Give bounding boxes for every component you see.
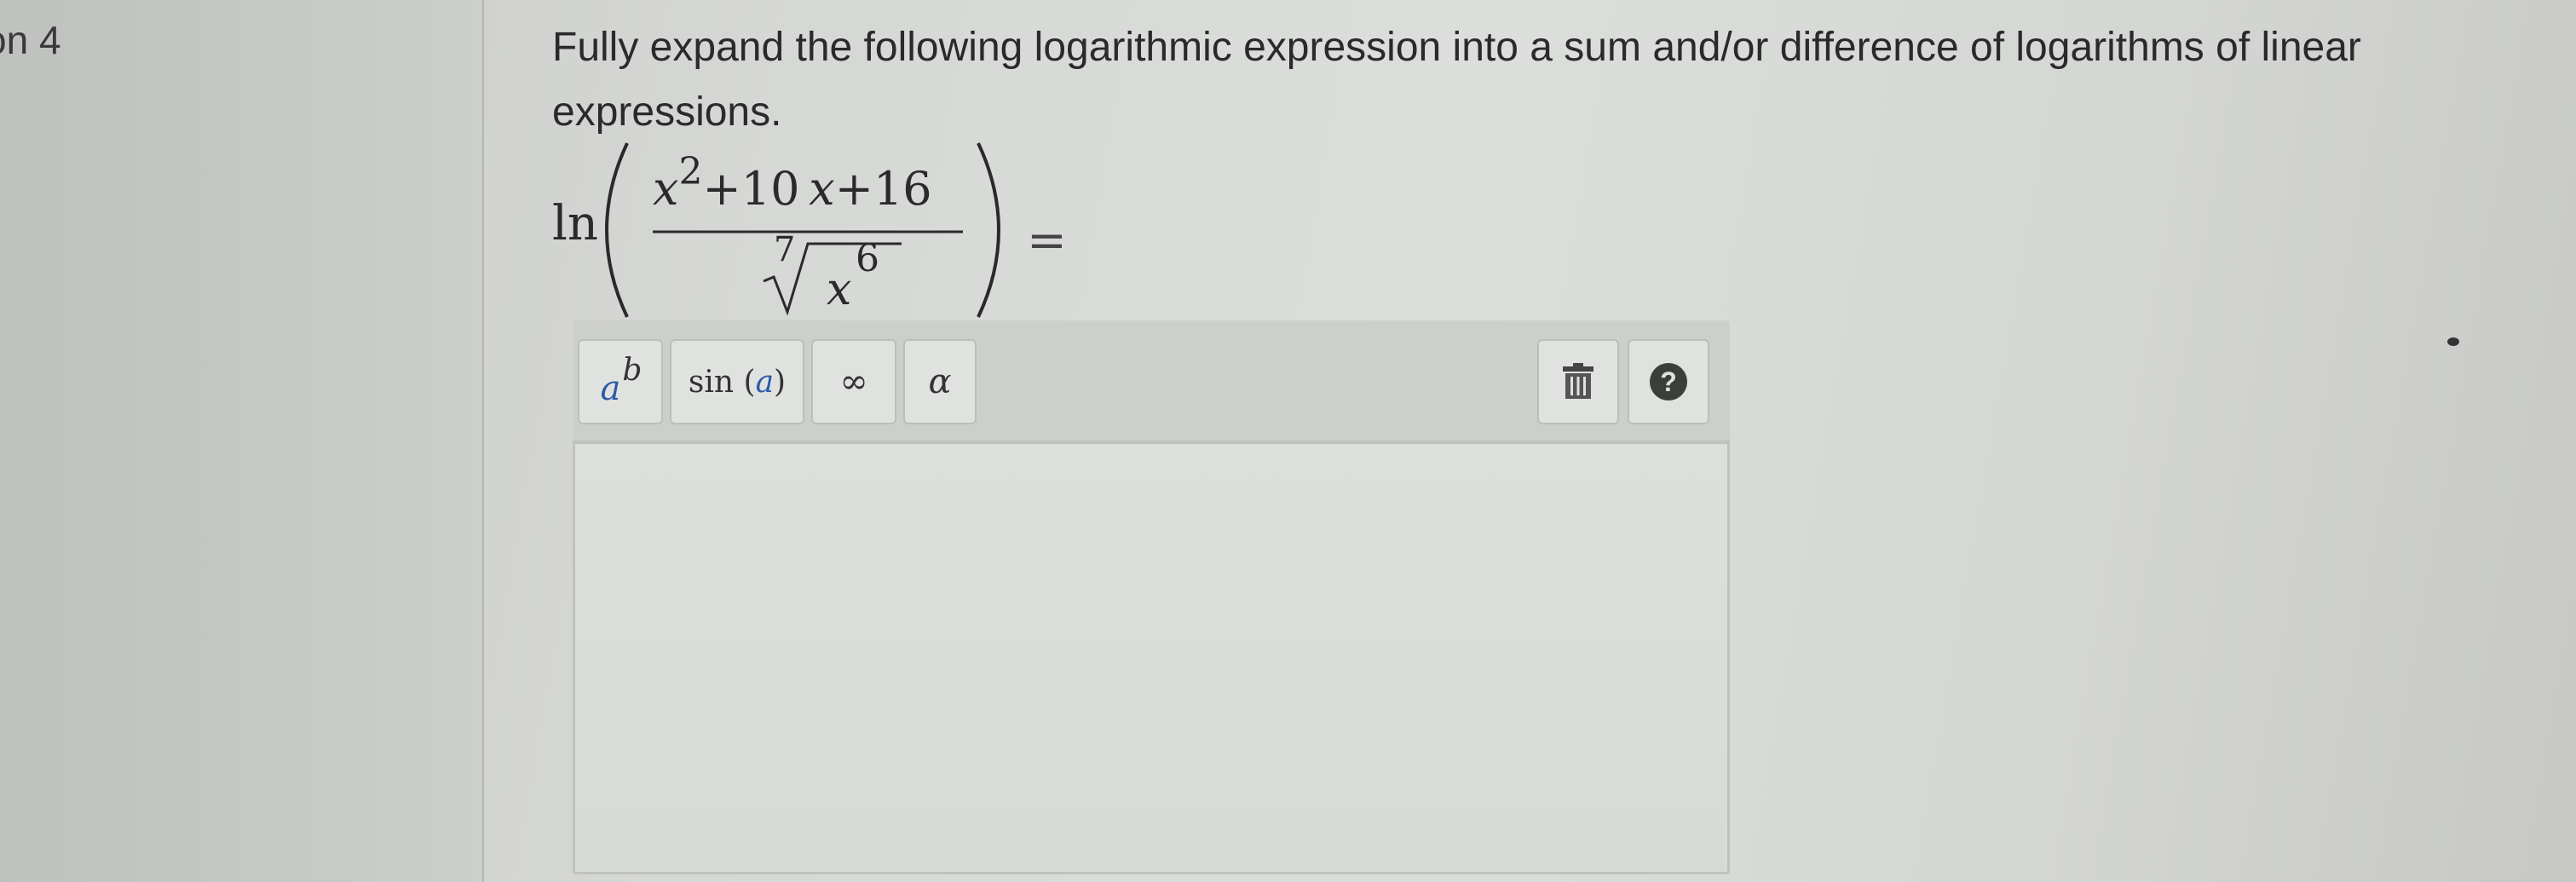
power-exponent: b	[622, 352, 643, 388]
alpha-button[interactable]: α	[903, 339, 977, 424]
numerator-middle: +10	[702, 162, 800, 216]
screen-speck	[2447, 337, 2459, 346]
question-prompt: Fully expand the following logarithmic e…	[552, 25, 2361, 135]
answer-widget: ab sin (a) ∞ α ?	[573, 320, 1730, 874]
answer-input-area[interactable]	[573, 441, 1730, 874]
sin-label: sin	[688, 364, 735, 400]
root-index: 7	[774, 230, 796, 269]
left-sidebar: on 4	[0, 0, 484, 882]
radicand-exponent: 6	[856, 237, 879, 280]
numerator-var2: x	[809, 162, 835, 216]
right-paren	[977, 142, 1000, 318]
left-paren	[605, 142, 629, 318]
math-toolbar: ab sin (a) ∞ α ?	[573, 320, 1730, 440]
question-number-label: on 4	[0, 18, 61, 62]
radicand-var: x	[827, 264, 852, 315]
numerator-tail: +16	[834, 162, 932, 216]
ln-function: ln	[552, 196, 598, 251]
numerator: x2+10 x+16	[653, 150, 932, 216]
trash-button[interactable]	[1537, 339, 1619, 424]
help-button[interactable]: ?	[1628, 339, 1709, 424]
equals-sign: =	[1027, 213, 1067, 268]
numerator-var: x	[653, 162, 679, 216]
sin-arg: a	[755, 364, 775, 400]
help-icon: ?	[1650, 363, 1687, 401]
power-button[interactable]: ab	[578, 339, 663, 424]
power-base: a	[600, 369, 621, 408]
trash-icon	[1563, 363, 1593, 399]
infinity-button[interactable]: ∞	[811, 339, 896, 424]
sin-button[interactable]: sin (a)	[670, 339, 804, 424]
numerator-exponent: 2	[678, 150, 703, 193]
